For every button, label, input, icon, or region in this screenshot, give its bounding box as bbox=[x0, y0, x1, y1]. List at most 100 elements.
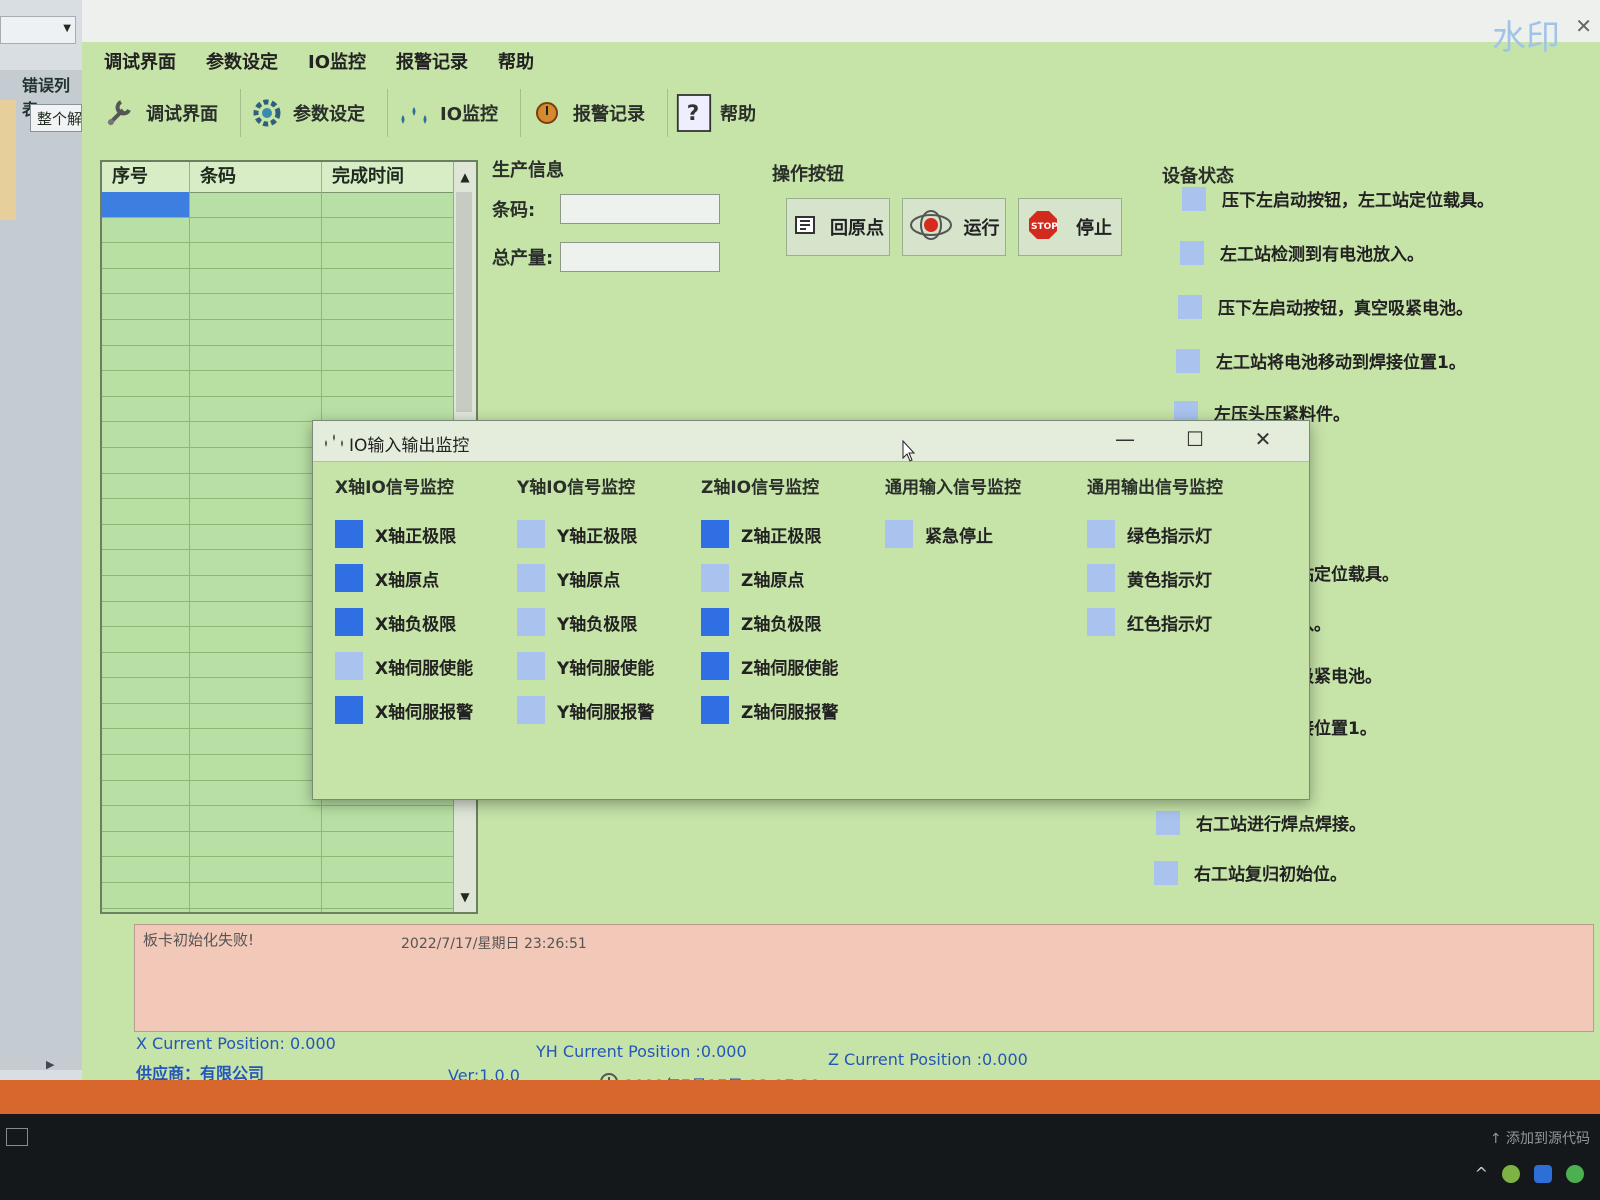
barcode-field[interactable] bbox=[560, 194, 720, 224]
table-cell[interactable] bbox=[102, 601, 190, 627]
table-cell[interactable] bbox=[322, 857, 456, 883]
menu-alarm[interactable]: 报警记录 bbox=[396, 48, 468, 74]
table-cell[interactable] bbox=[190, 319, 322, 345]
table-cell[interactable] bbox=[190, 780, 322, 806]
tray-network-icon[interactable] bbox=[1534, 1164, 1552, 1183]
table-cell[interactable] bbox=[102, 703, 190, 729]
table-cell[interactable] bbox=[102, 422, 190, 447]
table-cell[interactable] bbox=[322, 396, 456, 422]
table-cell[interactable] bbox=[190, 908, 322, 912]
toolbar-params-button[interactable]: 参数设定 bbox=[249, 89, 388, 137]
table-row[interactable] bbox=[102, 883, 456, 909]
taskbar-icon[interactable] bbox=[6, 1128, 28, 1146]
table-row[interactable] bbox=[102, 396, 456, 423]
table-cell[interactable] bbox=[102, 831, 190, 857]
table-cell[interactable] bbox=[190, 550, 322, 575]
close-icon[interactable]: ✕ bbox=[1243, 427, 1283, 451]
table-cell[interactable] bbox=[102, 780, 190, 806]
toolbar-io-button[interactable]: IO监控 bbox=[396, 89, 521, 137]
table-cell[interactable] bbox=[102, 499, 190, 524]
menu-params[interactable]: 参数设定 bbox=[206, 48, 278, 74]
table-cell[interactable] bbox=[190, 524, 322, 550]
table-cell[interactable] bbox=[102, 447, 190, 473]
table-cell[interactable] bbox=[190, 857, 322, 883]
minimize-icon[interactable]: — bbox=[1105, 427, 1145, 451]
table-row[interactable] bbox=[102, 319, 456, 346]
table-cell[interactable] bbox=[322, 268, 456, 294]
table-row[interactable] bbox=[102, 908, 456, 912]
table-cell[interactable] bbox=[322, 806, 456, 831]
toolbar-debug-button[interactable]: 调试界面 bbox=[102, 89, 241, 137]
table-row[interactable] bbox=[102, 192, 456, 218]
table-cell[interactable] bbox=[102, 524, 190, 550]
tray-chat-icon[interactable] bbox=[1566, 1164, 1584, 1183]
toolbar-help-button[interactable]: ? 帮助 bbox=[676, 89, 778, 137]
table-cell[interactable] bbox=[190, 217, 322, 243]
table-cell[interactable] bbox=[190, 192, 322, 217]
menu-debug[interactable]: 调试界面 bbox=[104, 48, 176, 74]
table-cell[interactable] bbox=[190, 396, 322, 422]
table-cell[interactable] bbox=[322, 243, 456, 268]
table-cell[interactable] bbox=[102, 345, 190, 371]
table-cell[interactable] bbox=[322, 908, 456, 912]
table-cell[interactable] bbox=[322, 371, 456, 396]
table-cell[interactable] bbox=[102, 678, 190, 703]
table-row[interactable] bbox=[102, 806, 456, 832]
scroll-up-icon[interactable]: ▲ bbox=[454, 166, 476, 188]
close-icon[interactable]: ✕ bbox=[1575, 14, 1592, 38]
table-cell[interactable] bbox=[322, 319, 456, 345]
table-cell[interactable] bbox=[102, 473, 190, 499]
background-combo[interactable]: ▼ bbox=[0, 16, 76, 44]
table-cell[interactable] bbox=[190, 345, 322, 371]
table-cell[interactable] bbox=[102, 806, 190, 831]
table-cell[interactable] bbox=[102, 217, 190, 243]
table-cell[interactable] bbox=[190, 371, 322, 396]
menu-help[interactable]: 帮助 bbox=[498, 48, 534, 74]
table-cell[interactable] bbox=[322, 345, 456, 371]
table-cell[interactable] bbox=[102, 371, 190, 396]
table-cell[interactable] bbox=[102, 627, 190, 652]
column-header-barcode[interactable]: 条码 bbox=[190, 162, 322, 192]
dialog-titlebar[interactable]: IO输入输出监控 — ☐ ✕ bbox=[313, 421, 1309, 462]
table-cell[interactable] bbox=[190, 422, 322, 447]
table-cell[interactable] bbox=[190, 268, 322, 294]
table-cell[interactable] bbox=[102, 550, 190, 575]
table-cell[interactable] bbox=[190, 755, 322, 780]
table-cell[interactable] bbox=[190, 831, 322, 857]
table-cell[interactable] bbox=[190, 447, 322, 473]
table-cell[interactable] bbox=[322, 217, 456, 243]
table-cell[interactable] bbox=[190, 627, 322, 652]
table-cell[interactable] bbox=[102, 294, 190, 319]
table-cell[interactable] bbox=[102, 883, 190, 908]
table-cell[interactable] bbox=[322, 883, 456, 908]
table-row[interactable] bbox=[102, 345, 456, 372]
table-cell[interactable] bbox=[102, 192, 190, 217]
stop-button[interactable]: STOP 停止 bbox=[1018, 198, 1122, 256]
table-cell[interactable] bbox=[190, 575, 322, 601]
home-button[interactable]: 回原点 bbox=[786, 198, 890, 256]
scroll-thumb[interactable] bbox=[456, 192, 472, 412]
table-cell[interactable] bbox=[190, 473, 322, 499]
maximize-icon[interactable]: ☐ bbox=[1175, 427, 1215, 451]
table-cell[interactable] bbox=[190, 652, 322, 678]
table-row[interactable] bbox=[102, 217, 456, 244]
table-cell[interactable] bbox=[102, 857, 190, 883]
solution-button[interactable]: 整个解决方案 bbox=[30, 104, 82, 132]
table-cell[interactable] bbox=[190, 294, 322, 319]
table-cell[interactable] bbox=[102, 729, 190, 755]
table-cell[interactable] bbox=[190, 678, 322, 703]
table-cell[interactable] bbox=[102, 268, 190, 294]
table-row[interactable] bbox=[102, 831, 456, 858]
table-cell[interactable] bbox=[322, 192, 456, 217]
menu-io[interactable]: IO监控 bbox=[308, 48, 366, 74]
table-cell[interactable] bbox=[322, 294, 456, 319]
table-cell[interactable] bbox=[102, 575, 190, 601]
table-cell[interactable] bbox=[102, 755, 190, 780]
table-cell[interactable] bbox=[102, 319, 190, 345]
table-cell[interactable] bbox=[190, 703, 322, 729]
table-row[interactable] bbox=[102, 371, 456, 397]
table-cell[interactable] bbox=[102, 652, 190, 678]
tray-app-icon[interactable] bbox=[1502, 1164, 1520, 1183]
column-header-index[interactable]: 序号 bbox=[102, 162, 190, 192]
table-row[interactable] bbox=[102, 268, 456, 295]
